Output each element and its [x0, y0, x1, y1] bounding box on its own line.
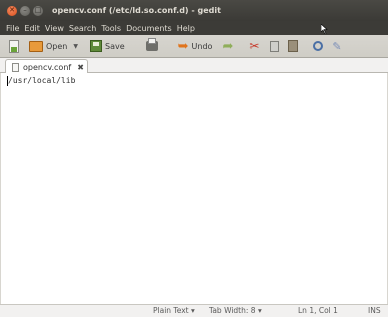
- menu-view[interactable]: View: [45, 24, 64, 33]
- menu-tools[interactable]: Tools: [101, 24, 121, 33]
- new-document-icon[interactable]: [9, 39, 19, 53]
- save-icon: [90, 40, 102, 52]
- language-selector[interactable]: Plain Text ▾: [153, 306, 195, 315]
- close-window-button[interactable]: ✕: [7, 5, 17, 16]
- open-label: Open: [46, 41, 68, 51]
- insert-mode: INS: [368, 306, 381, 315]
- undo-label: Undo: [191, 41, 213, 51]
- menu-help[interactable]: Help: [177, 24, 195, 33]
- language-label: Plain Text: [153, 306, 189, 315]
- document-tab-strip: opencv.conf ✖: [0, 58, 388, 74]
- save-label: Save: [105, 41, 125, 51]
- text-document-icon: [12, 62, 19, 72]
- window-title: opencv.conf (/etc/ld.so.conf.d) - gedit: [52, 6, 221, 15]
- redo-icon[interactable]: ➦: [222, 40, 233, 53]
- mouse-pointer-icon: [321, 24, 328, 34]
- undo-button[interactable]: ➥ Undo: [158, 37, 213, 55]
- copy-icon[interactable]: [270, 40, 280, 52]
- search-icon[interactable]: [313, 41, 324, 51]
- menu-file[interactable]: File: [6, 24, 19, 33]
- cut-icon[interactable]: ✂: [249, 39, 259, 53]
- cursor-position: Ln 1, Col 1: [298, 306, 338, 315]
- menu-bar: File Edit View Search Tools Documents He…: [0, 21, 388, 35]
- maximize-window-button[interactable]: □: [33, 5, 43, 16]
- status-bar: Plain Text ▾ Tab Width: 8 ▾ Ln 1, Col 1 …: [0, 304, 388, 317]
- find-replace-icon[interactable]: ✎: [332, 40, 341, 53]
- menu-search[interactable]: Search: [69, 24, 96, 33]
- undo-icon: ➥: [177, 38, 189, 54]
- save-button[interactable]: Save: [78, 37, 125, 55]
- editor-line: /usr/local/lib: [8, 76, 76, 85]
- minimize-window-button[interactable]: –: [20, 5, 30, 16]
- paste-icon[interactable]: [288, 40, 299, 52]
- tab-width-label: Tab Width: 8: [209, 306, 256, 315]
- tab-label: opencv.conf: [23, 62, 72, 72]
- menu-documents[interactable]: Documents: [126, 24, 172, 33]
- text-editor-area[interactable]: /usr/local/lib: [0, 73, 388, 304]
- print-icon[interactable]: [145, 38, 158, 51]
- tab-opencv-conf[interactable]: opencv.conf ✖: [5, 59, 88, 74]
- gedit-window: ✕ – □ opencv.conf (/etc/ld.so.conf.d) - …: [0, 0, 388, 317]
- toolbar: Open ▼ Save ➥ Undo ➦ ✂ ✎: [0, 35, 388, 58]
- menu-edit[interactable]: Edit: [24, 24, 40, 33]
- folder-open-icon: [29, 40, 43, 52]
- title-bar: ✕ – □ opencv.conf (/etc/ld.so.conf.d) - …: [0, 0, 388, 21]
- close-tab-icon[interactable]: ✖: [77, 63, 84, 72]
- tab-width-selector[interactable]: Tab Width: 8 ▾: [209, 306, 262, 315]
- open-button[interactable]: Open: [19, 37, 67, 55]
